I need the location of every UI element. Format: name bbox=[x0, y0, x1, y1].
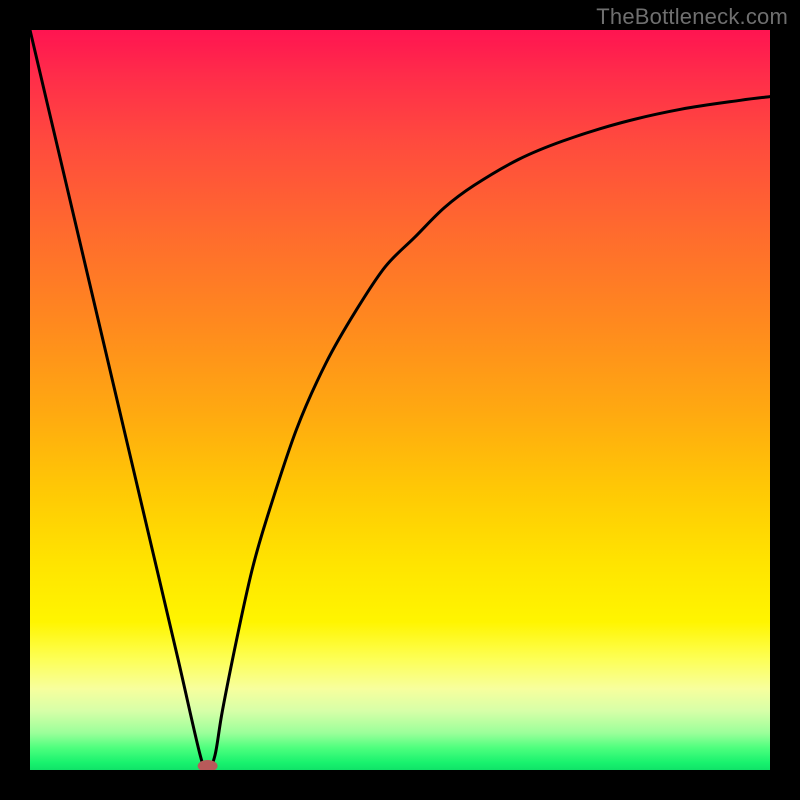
watermark-text: TheBottleneck.com bbox=[596, 4, 788, 30]
plot-area bbox=[30, 30, 770, 770]
chart-frame: TheBottleneck.com bbox=[0, 0, 800, 800]
bottleneck-curve bbox=[30, 30, 770, 770]
curve-svg bbox=[30, 30, 770, 770]
